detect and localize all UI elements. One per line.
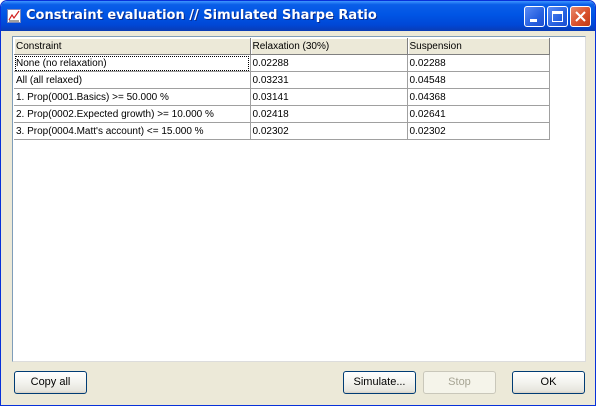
results-grid[interactable]: Constraint Relaxation (30%) Suspension N… bbox=[12, 36, 586, 362]
window-title: Constraint evaluation // Simulated Sharp… bbox=[26, 8, 377, 23]
cell-relaxation[interactable]: 0.02288 bbox=[250, 54, 408, 72]
cell-suspension[interactable]: 0.04548 bbox=[407, 71, 550, 89]
cell-relaxation[interactable]: 0.02302 bbox=[250, 122, 408, 140]
chart-app-icon bbox=[7, 9, 21, 23]
table-row[interactable]: All (all relaxed) 0.03231 0.04548 bbox=[14, 71, 550, 89]
dialog-window: Constraint evaluation // Simulated Sharp… bbox=[0, 0, 596, 406]
constraint-table: Constraint Relaxation (30%) Suspension N… bbox=[14, 38, 550, 140]
cell-suspension[interactable]: 0.02302 bbox=[407, 122, 550, 140]
column-header-constraint[interactable]: Constraint bbox=[14, 38, 251, 55]
table-row[interactable]: 1. Prop(0001.Basics) >= 50.000 % 0.03141… bbox=[14, 88, 550, 106]
ok-button[interactable]: OK bbox=[512, 371, 585, 394]
table-row[interactable]: 2. Prop(0002.Expected growth) >= 10.000 … bbox=[14, 105, 550, 123]
column-header-relaxation[interactable]: Relaxation (30%) bbox=[250, 38, 408, 55]
cell-constraint[interactable]: 1. Prop(0001.Basics) >= 50.000 % bbox=[14, 88, 251, 106]
minimize-icon bbox=[530, 19, 537, 22]
close-icon bbox=[575, 11, 586, 22]
dialog-body: Constraint Relaxation (30%) Suspension N… bbox=[4, 31, 592, 404]
minimize-button[interactable] bbox=[524, 6, 545, 27]
copy-all-button[interactable]: Copy all bbox=[14, 371, 87, 394]
close-button[interactable] bbox=[570, 6, 591, 27]
cell-constraint[interactable]: None (no relaxation) bbox=[14, 54, 251, 72]
cell-constraint[interactable]: All (all relaxed) bbox=[14, 71, 251, 89]
table-row[interactable]: None (no relaxation) 0.02288 0.02288 bbox=[14, 54, 550, 72]
cell-suspension[interactable]: 0.02288 bbox=[407, 54, 550, 72]
header-row: Constraint Relaxation (30%) Suspension bbox=[14, 38, 550, 55]
title-bar[interactable]: Constraint evaluation // Simulated Sharp… bbox=[1, 1, 595, 31]
cell-constraint[interactable]: 3. Prop(0004.Matt's account) <= 15.000 % bbox=[14, 122, 251, 140]
maximize-icon bbox=[552, 11, 563, 22]
cell-suspension[interactable]: 0.04368 bbox=[407, 88, 550, 106]
cell-relaxation[interactable]: 0.03141 bbox=[250, 88, 408, 106]
cell-suspension[interactable]: 0.02641 bbox=[407, 105, 550, 123]
table-row[interactable]: 3. Prop(0004.Matt's account) <= 15.000 %… bbox=[14, 122, 550, 140]
cell-relaxation[interactable]: 0.02418 bbox=[250, 105, 408, 123]
stop-button[interactable]: Stop bbox=[423, 371, 496, 394]
column-header-suspension[interactable]: Suspension bbox=[407, 38, 550, 55]
maximize-button[interactable] bbox=[547, 6, 568, 27]
cell-relaxation[interactable]: 0.03231 bbox=[250, 71, 408, 89]
cell-constraint[interactable]: 2. Prop(0002.Expected growth) >= 10.000 … bbox=[14, 105, 251, 123]
simulate-button[interactable]: Simulate... bbox=[343, 371, 416, 394]
